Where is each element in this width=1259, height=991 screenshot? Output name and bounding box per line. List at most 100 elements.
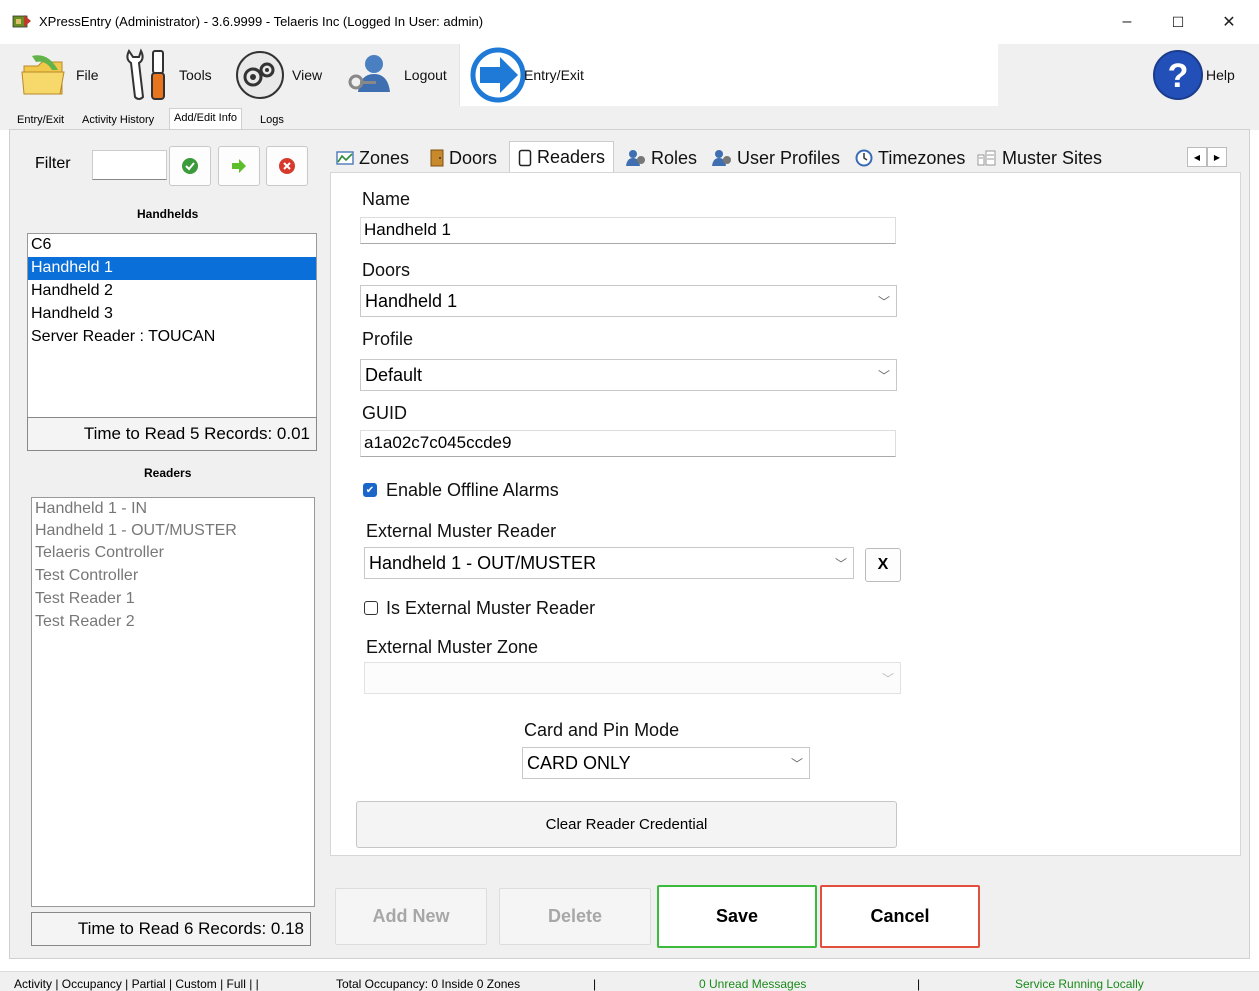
status-separator: | xyxy=(917,977,921,991)
clear-reader-credential-button[interactable]: Clear Reader Credential xyxy=(356,801,897,848)
handhelds-list[interactable]: C6 Handheld 1 Handheld 2 Handheld 3 Serv… xyxy=(27,233,317,418)
view-menu-button[interactable]: View xyxy=(234,44,322,106)
gears-icon xyxy=(236,51,284,99)
maximize-button[interactable]: ☐ xyxy=(1155,8,1201,36)
top-tab-strip: Entry/Exit Activity History Add/Edit Inf… xyxy=(0,106,1259,130)
is-external-muster-reader-checkbox[interactable] xyxy=(364,601,378,615)
entry-exit-arrow-icon xyxy=(470,47,526,103)
help-button[interactable]: ? Help xyxy=(1150,44,1235,106)
tools-icon xyxy=(126,48,165,100)
status-modes[interactable]: Activity | Occupancy | Partial | Custom … xyxy=(14,977,259,991)
handhelds-header: Handhelds xyxy=(137,207,199,221)
roles-icon xyxy=(626,150,645,166)
user-key-icon xyxy=(348,55,390,92)
apply-filter-button[interactable] xyxy=(169,146,211,186)
tab-user-profiles-label: User Profiles xyxy=(737,147,841,168)
list-item[interactable]: Test Reader 1 xyxy=(32,588,314,611)
status-bar: Activity | Occupancy | Partial | Custom … xyxy=(0,971,1259,991)
cancel-button[interactable]: Cancel xyxy=(820,885,980,948)
doors-value: Handheld 1 xyxy=(365,291,458,311)
card-pin-mode-label: Card and Pin Mode xyxy=(524,720,680,740)
filter-input[interactable] xyxy=(92,150,167,180)
chevron-down-icon: ﹀ xyxy=(790,757,803,771)
tab-roles[interactable]: Roles xyxy=(626,145,697,171)
name-label: Name xyxy=(362,189,411,209)
tab-readers[interactable]: Readers xyxy=(509,141,615,173)
readers-read-time: Time to Read 6 Records: 0.18 xyxy=(31,912,311,946)
list-item[interactable]: Server Reader : TOUCAN xyxy=(28,326,316,349)
arrow-right-icon xyxy=(232,159,246,173)
tab-user-profiles[interactable]: User Profiles xyxy=(712,145,840,171)
svg-text:?: ? xyxy=(1168,57,1189,95)
app-icon xyxy=(12,15,31,28)
enable-offline-alarms-label: Enable Offline Alarms xyxy=(386,480,559,500)
form-footer-strip xyxy=(330,857,1241,881)
list-item[interactable]: Handheld 1 xyxy=(28,257,316,280)
window-title: XPressEntry (Administrator) - 3.6.9999 -… xyxy=(39,14,484,29)
file-menu-button[interactable]: File xyxy=(18,44,99,106)
list-item[interactable]: Handheld 1 - OUT/MUSTER xyxy=(32,520,314,542)
list-item[interactable]: Handheld 2 xyxy=(28,280,316,303)
guid-field[interactable]: a1a02c7c045ccde9 xyxy=(360,430,896,457)
status-service: Service Running Locally xyxy=(1015,977,1144,991)
scroll-right-icon[interactable]: ▶ xyxy=(1207,147,1227,167)
external-muster-zone-select[interactable]: ﹀ xyxy=(364,662,901,694)
help-label: Help xyxy=(1206,67,1235,83)
external-muster-reader-select[interactable]: Handheld 1 - OUT/MUSTER ﹀ xyxy=(364,547,854,579)
logout-button[interactable]: Logout xyxy=(344,44,447,106)
help-icon: ? xyxy=(1153,50,1203,100)
tab-logs[interactable]: Logs xyxy=(256,111,288,130)
muster-sites-icon xyxy=(977,150,996,166)
list-item[interactable]: Test Controller xyxy=(32,565,314,588)
list-item[interactable]: C6 xyxy=(28,234,316,257)
folder-icon xyxy=(21,55,65,95)
readers-list[interactable]: Handheld 1 - IN Handheld 1 - OUT/MUSTER … xyxy=(31,497,315,907)
filter-label: Filter xyxy=(35,155,71,172)
clear-filter-button[interactable] xyxy=(266,146,308,186)
list-item[interactable]: Telaeris Controller xyxy=(32,542,314,565)
tab-muster-sites[interactable]: Muster Sites xyxy=(977,145,1102,171)
profile-value: Default xyxy=(365,365,423,385)
clock-icon xyxy=(855,149,873,167)
view-label: View xyxy=(292,67,323,83)
list-item[interactable]: Handheld 3 xyxy=(28,303,316,326)
tab-zones[interactable]: Zones xyxy=(336,145,409,171)
entry-exit-button[interactable]: Entry/Exit xyxy=(459,44,998,106)
add-new-button[interactable]: Add New xyxy=(335,888,487,945)
clear-muster-reader-button[interactable]: X xyxy=(865,548,901,582)
name-field[interactable]: Handheld 1 xyxy=(360,217,896,244)
chevron-down-icon: ﹀ xyxy=(877,369,890,383)
tab-add-edit-info[interactable]: Add/Edit Info xyxy=(169,108,242,130)
enable-offline-alarms-checkbox[interactable]: ✔ xyxy=(363,483,377,497)
chevron-down-icon: ﹀ xyxy=(834,557,847,571)
external-muster-reader-value: Handheld 1 - OUT/MUSTER xyxy=(369,553,597,573)
profile-label: Profile xyxy=(362,329,414,349)
chevron-down-icon: ﹀ xyxy=(881,672,894,686)
tab-doors[interactable]: Doors xyxy=(430,145,497,171)
logout-label: Logout xyxy=(404,67,447,83)
tools-menu-button[interactable]: Tools xyxy=(121,44,212,106)
handhelds-read-time: Time to Read 5 Records: 0.01 xyxy=(27,417,317,451)
next-filter-button[interactable] xyxy=(218,146,260,186)
status-messages[interactable]: 0 Unread Messages xyxy=(699,977,806,991)
profile-select[interactable]: Default ﹀ xyxy=(360,359,897,391)
doors-select[interactable]: Handheld 1 ﹀ xyxy=(360,285,897,317)
main-toolbar: File Tools View Logout Entry/Exit ? Help xyxy=(0,44,1259,106)
tab-activity-history[interactable]: Activity History xyxy=(78,111,158,130)
reader-icon xyxy=(518,149,532,166)
minimize-button[interactable]: – xyxy=(1104,8,1150,36)
tab-timezones[interactable]: Timezones xyxy=(855,145,965,171)
save-button[interactable]: Save xyxy=(657,885,817,948)
tab-zones-label: Zones xyxy=(359,147,410,168)
card-pin-mode-select[interactable]: CARD ONLY ﹀ xyxy=(522,747,810,779)
list-item[interactable]: Test Reader 2 xyxy=(32,611,314,634)
zones-icon xyxy=(336,151,354,165)
tab-readers-label: Readers xyxy=(537,147,606,167)
delete-button[interactable]: Delete xyxy=(499,888,651,945)
user-profiles-icon xyxy=(712,150,731,166)
list-item[interactable]: Handheld 1 - IN xyxy=(32,498,314,520)
scroll-left-icon[interactable]: ◀ xyxy=(1187,147,1207,167)
external-muster-reader-label: External Muster Reader xyxy=(366,521,557,541)
close-button[interactable]: ✕ xyxy=(1206,8,1252,36)
tab-entry-exit[interactable]: Entry/Exit xyxy=(13,111,68,130)
